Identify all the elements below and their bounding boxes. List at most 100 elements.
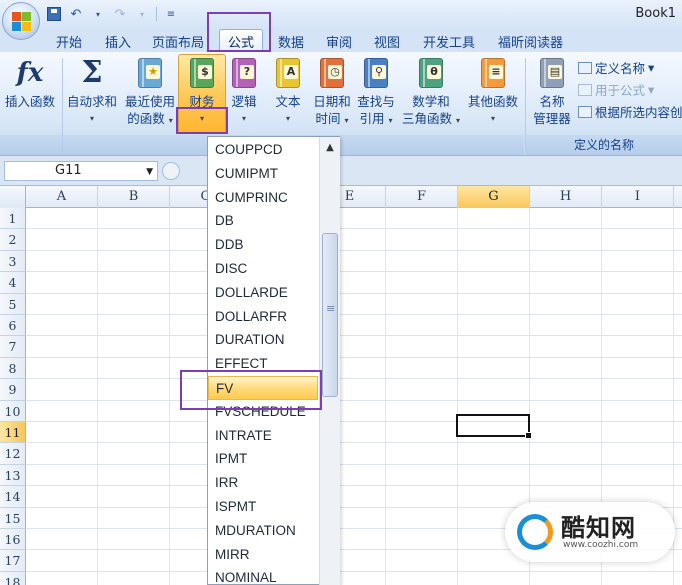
dropdown-item[interactable]: IRR: [208, 471, 318, 495]
math-trig-button[interactable]: θ 数学和 三角函数 ▾: [400, 56, 462, 129]
row-header[interactable]: 15: [0, 507, 26, 529]
row-header[interactable]: 18: [0, 571, 26, 585]
financial-button[interactable]: $ 财务 ▾: [178, 56, 226, 127]
tab-formulas[interactable]: 公式: [219, 29, 264, 52]
dropdown-item[interactable]: DURATION: [208, 328, 318, 352]
dropdown-item[interactable]: DOLLARDE: [208, 281, 318, 305]
column-header[interactable]: G: [458, 186, 530, 208]
more-functions-button[interactable]: ≡ 其他函数 ▾: [464, 56, 522, 127]
lookup-button[interactable]: ⚲ 查找与 引用 ▾: [354, 56, 398, 129]
grid-line: [26, 356, 682, 358]
chevron-down-icon[interactable]: ▼: [146, 163, 153, 181]
quick-access-toolbar: ↶ ▾ ↷ ▾ ≡: [46, 5, 179, 23]
chevron-down-icon: ▾: [241, 114, 246, 123]
autosum-button[interactable]: Σ 自动求和 ▾: [64, 56, 120, 127]
undo-dropdown-icon[interactable]: ▾: [90, 6, 106, 22]
name-box[interactable]: G11 ▼: [4, 161, 158, 181]
math-book-icon: θ: [416, 56, 446, 90]
dropdown-scrollbar[interactable]: ▲: [319, 137, 340, 585]
recent-functions-button[interactable]: ★ 最近使用 的函数 ▾: [122, 56, 178, 129]
dropdown-item[interactable]: NOMINAL: [208, 566, 318, 585]
row-header[interactable]: 11: [0, 422, 26, 444]
customize-qat-icon[interactable]: ≡: [163, 6, 179, 22]
redo-button[interactable]: ↷: [112, 6, 128, 22]
row-header[interactable]: 1: [0, 208, 26, 230]
row-header[interactable]: 12: [0, 443, 26, 465]
tab-home[interactable]: 开始: [56, 32, 82, 51]
tab-page-layout[interactable]: 页面布局: [152, 32, 204, 51]
dropdown-item[interactable]: INTRATE: [208, 424, 318, 448]
row-header[interactable]: 3: [0, 250, 26, 273]
create-from-selection-button[interactable]: 根据所选内容创: [578, 102, 682, 121]
financial-book-icon: $: [187, 56, 217, 90]
dropdown-item[interactable]: MIRR: [208, 543, 318, 567]
datetime-button[interactable]: ◷ 日期和 时间 ▾: [310, 56, 354, 129]
active-cell[interactable]: [456, 414, 532, 439]
dropdown-item[interactable]: EFFECT: [208, 352, 318, 376]
insert-function-button[interactable]: fx 插入函数: [0, 56, 60, 110]
column-header[interactable]: F: [386, 186, 458, 208]
create-from-selection-label: 根据所选内容创: [595, 105, 682, 120]
row-header[interactable]: 16: [0, 529, 26, 551]
define-name-button[interactable]: 定义名称 ▾: [578, 58, 654, 77]
row-header[interactable]: 10: [0, 400, 26, 422]
row-header[interactable]: 5: [0, 293, 26, 315]
financial-functions-dropdown[interactable]: COUPPCD CUMIPMT CUMPRINC DB DDB DISC DOLLARDE D…: [207, 136, 340, 585]
column-header[interactable]: A: [26, 186, 98, 208]
row-header[interactable]: 4: [0, 272, 26, 294]
grid-line: [26, 421, 682, 422]
dropdown-item[interactable]: DISC: [208, 257, 318, 281]
row-header[interactable]: 14: [0, 486, 26, 508]
math-label-2: 三角函数 ▾: [401, 111, 460, 126]
logical-book-icon: ?: [229, 56, 259, 90]
group-label-defined-names: 定义的名称: [573, 138, 634, 152]
tab-data[interactable]: 数据: [278, 32, 304, 51]
grid-line: [26, 442, 682, 444]
logical-button[interactable]: ? 逻辑 ▾: [228, 56, 260, 127]
save-button[interactable]: [46, 6, 62, 22]
scroll-up-icon[interactable]: ▲: [320, 139, 340, 157]
dropdown-item[interactable]: FVSCHEDULE: [208, 400, 318, 424]
text-button[interactable]: A 文本 ▾: [270, 56, 306, 127]
dropdown-item[interactable]: CUMIPMT: [208, 162, 318, 186]
chevron-down-icon: ▾: [490, 114, 495, 123]
row-header[interactable]: 17: [0, 550, 26, 572]
tab-insert[interactable]: 插入: [105, 32, 131, 51]
row-header[interactable]: 7: [0, 336, 26, 358]
formula-fx-button[interactable]: [162, 162, 180, 180]
chevron-down-icon: ▾: [199, 114, 204, 123]
dropdown-item[interactable]: IPMT: [208, 447, 318, 471]
dropdown-item[interactable]: ISPMT: [208, 495, 318, 519]
tab-foxit-reader[interactable]: 福昕阅读器: [498, 32, 563, 51]
recent-book-icon: ★: [135, 56, 165, 90]
watermark-title: 酷知网: [561, 514, 636, 542]
dropdown-item[interactable]: DB: [208, 209, 318, 233]
dropdown-item[interactable]: COUPPCD: [208, 138, 318, 162]
column-header[interactable]: B: [98, 186, 170, 208]
column-header[interactable]: H: [530, 186, 602, 208]
dropdown-item[interactable]: MDURATION: [208, 519, 318, 543]
dropdown-item[interactable]: DOLLARFR: [208, 305, 318, 329]
tab-developer[interactable]: 开发工具: [423, 32, 475, 51]
use-in-formula-button[interactable]: 用于公式 ▾: [578, 80, 654, 99]
name-manager-button[interactable]: ▤ 名称 管理器: [528, 56, 576, 127]
redo-dropdown-icon[interactable]: ▾: [134, 6, 150, 22]
row-header[interactable]: 2: [0, 229, 26, 251]
dropdown-item[interactable]: CUMPRINC: [208, 186, 318, 210]
dropdown-item[interactable]: DDB: [208, 233, 318, 257]
row-header[interactable]: 8: [0, 357, 26, 380]
dropdown-item[interactable]: FV: [208, 376, 318, 400]
row-header[interactable]: 13: [0, 464, 26, 487]
undo-button[interactable]: ↶: [68, 6, 84, 22]
select-all-corner[interactable]: [0, 186, 26, 208]
tab-view[interactable]: 视图: [374, 32, 400, 51]
text-book-icon: A: [273, 56, 303, 90]
scroll-thumb[interactable]: [322, 233, 338, 397]
tab-review[interactable]: 审阅: [326, 32, 352, 51]
lookup-label-1: 查找与: [357, 94, 395, 109]
insert-function-label: 插入函数: [4, 94, 55, 109]
column-header[interactable]: I: [602, 186, 674, 208]
row-header[interactable]: 9: [0, 379, 26, 401]
office-button[interactable]: [2, 2, 40, 40]
row-header[interactable]: 6: [0, 315, 26, 337]
